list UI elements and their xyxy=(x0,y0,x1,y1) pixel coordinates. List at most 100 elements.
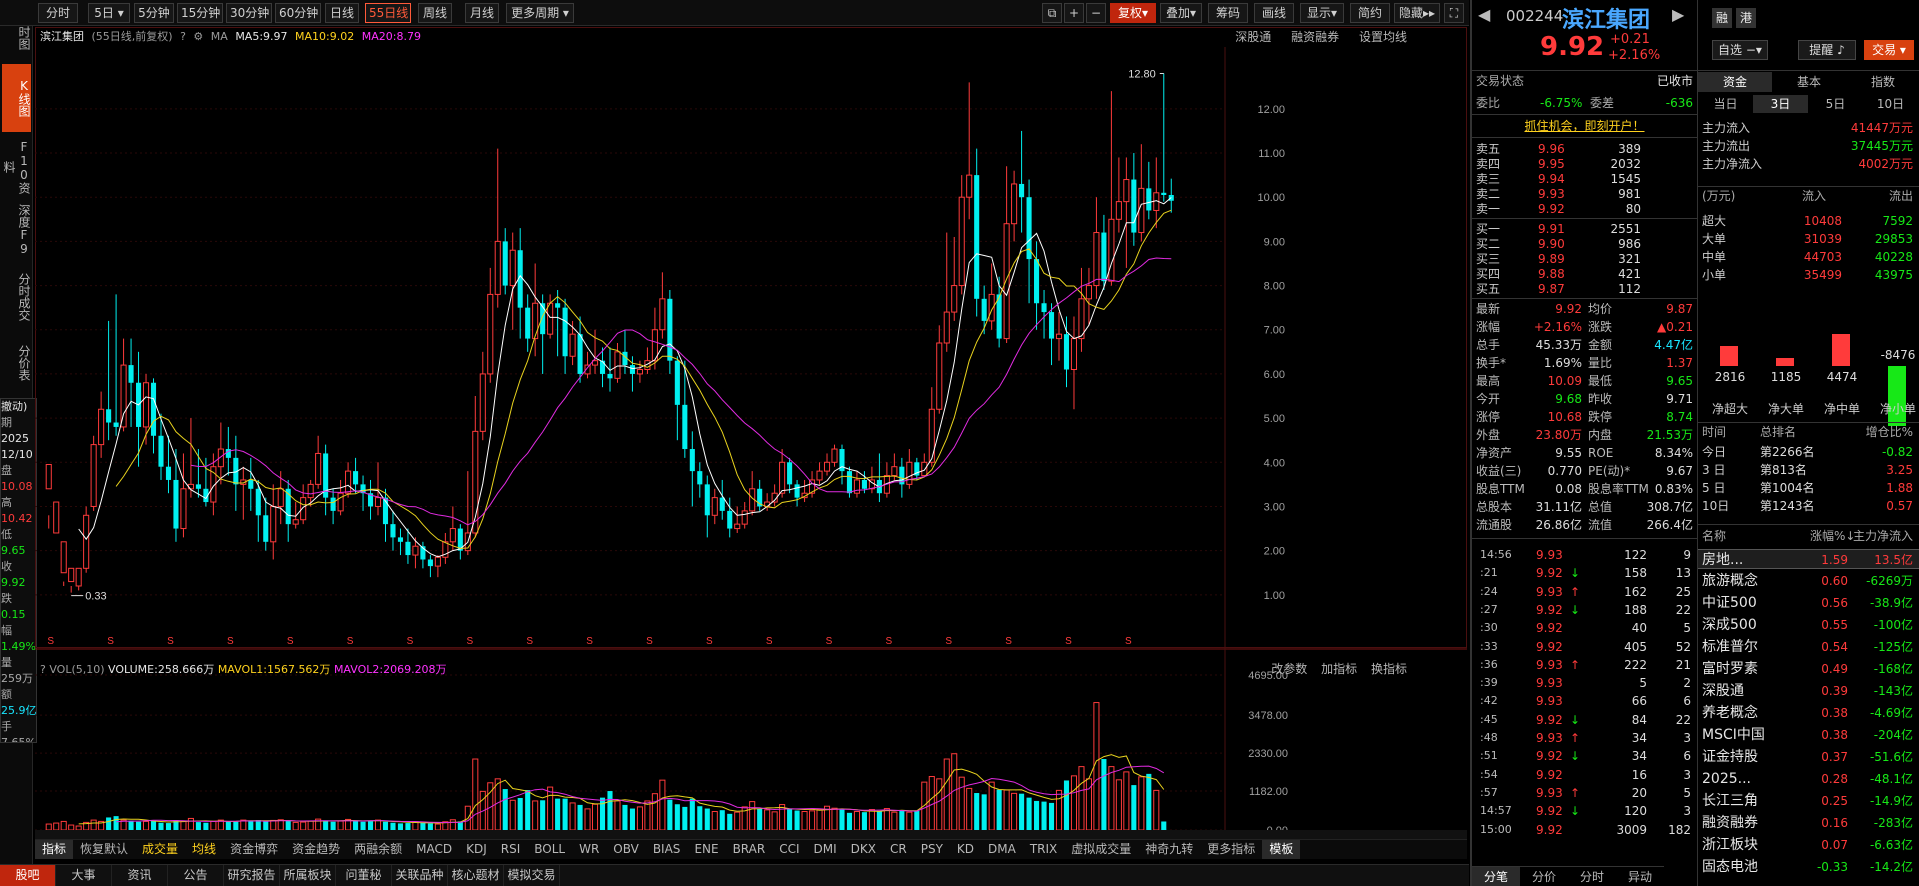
draw-button[interactable]: 画线 xyxy=(1254,3,1294,23)
dividend-marker[interactable]: S xyxy=(706,636,713,647)
dividend-marker[interactable]: S xyxy=(945,636,952,647)
trade-button[interactable]: 交易 ▾ xyxy=(1864,40,1914,60)
sector-row[interactable]: 深成500 0.55 -100亿 xyxy=(1698,615,1919,635)
indicator-tab[interactable]: 更多指标 xyxy=(1200,840,1262,859)
shenguotong-link[interactable]: 深股通 xyxy=(1235,30,1271,44)
hide-button[interactable]: 隐藏▸▸ xyxy=(1394,3,1440,23)
prev-stock-icon[interactable]: ◀ xyxy=(1478,5,1490,24)
indicator-tab[interactable]: 成交量 xyxy=(135,840,185,859)
dividend-marker[interactable]: S xyxy=(167,636,174,647)
period-5min[interactable]: 5分钟 xyxy=(134,3,174,23)
sector-row[interactable]: 富时罗素 0.49 -168亿 xyxy=(1698,659,1919,679)
period-60min[interactable]: 60分钟 xyxy=(275,3,321,23)
sector-row[interactable]: 养老概念 0.38 -4.69亿 xyxy=(1698,703,1919,723)
indicator-tab[interactable]: 两融余额 xyxy=(347,840,409,859)
overlay-button[interactable]: 叠加▾ xyxy=(1160,3,1202,23)
dividend-marker[interactable]: S xyxy=(1005,636,1012,647)
sector-row[interactable]: MSCI中国 0.38 -204亿 xyxy=(1698,725,1919,745)
chips-button[interactable]: 筹码 xyxy=(1208,3,1248,23)
news-tab[interactable]: 所属板块 xyxy=(280,865,336,886)
news-tab[interactable]: 问董秘 xyxy=(336,865,392,886)
add-watchlist-button[interactable]: 自选 −▾ xyxy=(1712,40,1768,60)
indicator-tab[interactable]: DKX xyxy=(844,840,883,859)
dividend-marker[interactable]: S xyxy=(826,636,833,647)
funds-tab[interactable]: 指数 xyxy=(1846,72,1919,92)
simple-button[interactable]: 简约 xyxy=(1350,3,1390,23)
news-tab[interactable]: 研究报告 xyxy=(224,865,280,886)
chart-canvas[interactable]: 12.00 11.00 10.00 9.00 8.00 7.00 6.00 5.00 4.00 3… xyxy=(35,27,1467,839)
indicator-tab[interactable]: CCI xyxy=(772,840,806,859)
indicator-tab[interactable]: KDJ xyxy=(459,840,494,859)
indicator-tab[interactable]: BOLL xyxy=(527,840,572,859)
tab-kline[interactable]: K线图 xyxy=(2,64,31,132)
edit-params-link[interactable]: 改参数 xyxy=(1271,662,1307,676)
dividend-marker[interactable]: S xyxy=(347,636,354,647)
indicator-tab[interactable]: BRAR xyxy=(726,840,773,859)
indicator-tab[interactable]: DMA xyxy=(981,840,1023,859)
period-55day[interactable]: 55日线 xyxy=(365,3,411,23)
sector-row[interactable]: 标准普尔 0.54 -125亿 xyxy=(1698,637,1919,657)
sector-row[interactable]: 2025... 0.28 -48.1亿 xyxy=(1698,769,1919,789)
indicator-tab[interactable]: CR xyxy=(883,840,914,859)
dividend-marker[interactable]: S xyxy=(1065,636,1072,647)
funds-tab[interactable]: 基本 xyxy=(1772,72,1846,92)
sector-row[interactable]: 中证500 0.56 -38.9亿 xyxy=(1698,593,1919,613)
tick-tab[interactable]: 异动 xyxy=(1616,866,1664,886)
popout-icon[interactable]: ⧉ xyxy=(1042,3,1062,23)
news-tab[interactable]: 关联品种 xyxy=(392,865,448,886)
period-30min[interactable]: 30分钟 xyxy=(226,3,272,23)
vol-help-icon[interactable]: ? xyxy=(40,663,46,676)
period-more[interactable]: 更多周期 ▾ xyxy=(506,3,574,23)
switch-indicator-link[interactable]: 换指标 xyxy=(1371,662,1407,676)
news-tab[interactable]: 模拟交易 xyxy=(504,865,560,886)
dividend-marker[interactable]: S xyxy=(526,636,533,647)
dividend-marker[interactable]: S xyxy=(466,636,473,647)
period-intraday[interactable]: 分时 xyxy=(38,3,78,23)
sector-row[interactable]: 房地... 1.59 13.5亿 xyxy=(1698,549,1919,569)
indicator-tab[interactable]: 均线 xyxy=(185,840,223,859)
period-tab[interactable]: 5日 xyxy=(1808,95,1863,113)
indicator-tab[interactable]: 虚拟成交量 xyxy=(1064,840,1138,859)
adjust-button[interactable]: 复权▾ xyxy=(1110,3,1156,23)
period-tab[interactable]: 当日 xyxy=(1698,95,1753,113)
period-daily[interactable]: 日线 xyxy=(325,3,359,23)
tick-tab[interactable]: 分价 xyxy=(1520,866,1568,886)
sector-row[interactable]: 浙江板块 0.07 -6.63亿 xyxy=(1698,835,1919,855)
tab-price-table[interactable]: 分价表 xyxy=(2,338,31,388)
add-indicator-link[interactable]: 加指标 xyxy=(1321,662,1357,676)
tick-tab[interactable]: 分时 xyxy=(1568,866,1616,886)
help-icon[interactable]: ? xyxy=(180,30,186,43)
dividend-marker[interactable]: S xyxy=(886,636,893,647)
indicator-tab[interactable]: RSI xyxy=(494,840,528,859)
indicator-tab[interactable]: KD xyxy=(950,840,981,859)
set-ma-link[interactable]: 设置均线 xyxy=(1359,30,1407,44)
next-stock-icon[interactable]: ▶ xyxy=(1672,5,1684,24)
news-tab[interactable]: 核心题材 xyxy=(448,865,504,886)
funds-tab[interactable]: 资金 xyxy=(1698,72,1772,92)
sector-row[interactable]: 长江三角 0.25 -14.9亿 xyxy=(1698,791,1919,811)
indicator-tab[interactable]: WR xyxy=(572,840,606,859)
indicator-tab[interactable]: 神奇九转 xyxy=(1138,840,1200,859)
dividend-marker[interactable]: S xyxy=(766,636,773,647)
news-tab[interactable]: 公告 xyxy=(168,865,224,886)
dividend-marker[interactable]: S xyxy=(47,636,54,647)
dividend-marker[interactable]: S xyxy=(227,636,234,647)
indicator-tab[interactable]: 模板 xyxy=(1262,840,1301,859)
zoom-in-icon[interactable]: + xyxy=(1064,3,1084,23)
period-tab[interactable]: 10日 xyxy=(1863,95,1918,113)
kline-chart[interactable]: 12.00 11.00 10.00 9.00 8.00 7.00 6.00 5.00 4.00 3… xyxy=(35,27,1467,839)
indicator-tab[interactable]: BIAS xyxy=(646,840,688,859)
chart-scrollbar[interactable] xyxy=(35,830,1467,839)
indicator-tab[interactable]: OBV xyxy=(606,840,646,859)
indicator-tab[interactable]: ENE xyxy=(687,840,725,859)
indicator-tab[interactable]: 指标 xyxy=(35,840,74,859)
indicator-tab[interactable]: DMI xyxy=(807,840,844,859)
dividend-marker[interactable]: S xyxy=(107,636,114,647)
news-tab[interactable]: 大事 xyxy=(56,865,112,886)
dividend-marker[interactable]: S xyxy=(407,636,414,647)
indicator-tab[interactable]: 资金趋势 xyxy=(285,840,347,859)
period-monthly[interactable]: 月线 xyxy=(465,3,499,23)
tab-depth[interactable]: 深度F9 xyxy=(2,204,31,256)
dividend-marker[interactable]: S xyxy=(646,636,653,647)
dividend-marker[interactable]: S xyxy=(586,636,593,647)
